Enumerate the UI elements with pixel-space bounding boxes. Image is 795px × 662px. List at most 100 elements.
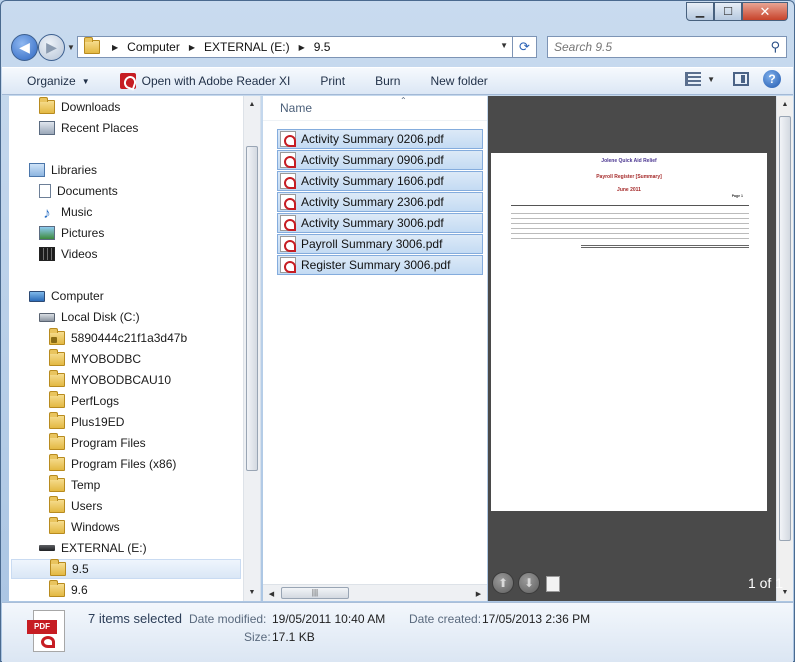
new-folder-button[interactable]: New folder	[412, 69, 499, 93]
nav-label: Windows	[71, 520, 120, 534]
pdf-file-icon	[280, 152, 296, 168]
nav-label: Program Files (x86)	[71, 457, 177, 471]
forward-button[interactable]: ▶	[38, 34, 65, 61]
scroll-thumb[interactable]	[779, 116, 791, 541]
nav-item-pictures[interactable]: Pictures	[39, 223, 104, 243]
file-row[interactable]: Payroll Summary 3006.pdf	[277, 234, 483, 254]
file-row[interactable]: Activity Summary 0906.pdf	[277, 150, 483, 170]
local-disk-icon	[39, 312, 55, 322]
burn-button[interactable]: Burn	[357, 69, 412, 93]
preview-scrollbar[interactable]: ▲ ▼	[776, 96, 793, 601]
change-view-icon[interactable]	[685, 72, 702, 86]
nav-item-music[interactable]: ♪ Music	[39, 202, 92, 222]
nav-item-external-drive[interactable]: EXTERNAL (E:)	[39, 538, 147, 558]
file-row[interactable]: Register Summary 3006.pdf	[277, 255, 483, 275]
nav-item-9-5[interactable]: 9.5	[11, 559, 241, 579]
file-row[interactable]: Activity Summary 3006.pdf	[277, 213, 483, 233]
search-input[interactable]	[554, 40, 754, 54]
documents-icon	[39, 184, 51, 198]
nav-item-local-disk[interactable]: Local Disk (C:)	[39, 307, 140, 327]
nav-item-folder[interactable]: 5890444c21f1a3d47b	[49, 328, 187, 348]
size-label: Size:	[244, 630, 271, 644]
explorer-window: ▁ ☐ ✕ ◀ ▶ ▼ ▶ Computer ▶ EXTERNAL (E:) ▶ 9…	[0, 0, 795, 662]
pictures-icon	[39, 226, 55, 240]
breadcrumb-computer[interactable]: Computer ▶	[127, 40, 204, 54]
file-row[interactable]: Activity Summary 2306.pdf	[277, 192, 483, 212]
arrow-up-icon: ⬆	[497, 576, 509, 590]
nav-item-folder[interactable]: MYOBODBC	[49, 349, 141, 369]
breadcrumb-current[interactable]: 9.5	[314, 40, 331, 54]
preview-pane-icon[interactable]	[733, 72, 749, 86]
file-row[interactable]: Activity Summary 0206.pdf	[277, 129, 483, 149]
sort-ascending-icon: ⌃	[400, 96, 407, 105]
nav-item-recent-places[interactable]: Recent Places	[39, 118, 138, 138]
nav-item-folder[interactable]: Windows	[49, 517, 120, 537]
arrow-left-icon: ◀	[19, 39, 30, 55]
folder-icon	[49, 412, 65, 429]
close-button[interactable]: ✕	[742, 2, 788, 21]
libraries-icon	[29, 163, 45, 177]
refresh-button[interactable]: ⟳	[513, 36, 537, 58]
folder-icon	[49, 433, 65, 450]
command-bar: Organize ▼ Open with Adobe Reader XI Prin…	[2, 67, 793, 95]
recent-pages-dropdown[interactable]: ▼	[67, 43, 75, 52]
scroll-up-icon[interactable]: ▲	[244, 96, 260, 113]
nav-item-computer[interactable]: Computer	[29, 286, 104, 306]
address-bar[interactable]: ▶ Computer ▶ EXTERNAL (E:) ▶ 9.5 ▼	[77, 36, 513, 58]
column-header-name[interactable]: Name	[263, 96, 487, 121]
file-name: Activity Summary 2306.pdf	[301, 195, 444, 209]
date-modified-value: 19/05/2011 10:40 AM	[272, 612, 386, 626]
view-options-chevron-icon[interactable]: ▼	[707, 75, 715, 84]
print-button[interactable]: Print	[302, 69, 357, 93]
help-icon[interactable]: ?	[763, 70, 781, 88]
folder-icon	[49, 370, 65, 387]
pdf-badge: PDF	[27, 620, 57, 634]
nav-item-folder[interactable]: Temp	[49, 475, 100, 495]
breadcrumb-external[interactable]: EXTERNAL (E:) ▶	[204, 40, 314, 54]
nav-item-folder[interactable]: Plus19ED	[49, 412, 124, 432]
scroll-down-icon[interactable]: ▼	[244, 584, 260, 601]
page-view-icon[interactable]	[546, 576, 560, 592]
search-icon[interactable]: ⚲	[770, 39, 780, 55]
nav-item-libraries[interactable]: Libraries	[29, 160, 97, 180]
previous-page-button[interactable]: ⬆	[492, 572, 514, 594]
organize-label: Organize	[27, 74, 76, 88]
file-row[interactable]: Activity Summary 1606.pdf	[277, 171, 483, 191]
pdf-file-icon	[280, 131, 296, 147]
scroll-left-icon[interactable]: ◀	[263, 585, 280, 601]
back-button[interactable]: ◀	[11, 34, 38, 61]
caption-buttons: ▁ ☐ ✕	[686, 2, 788, 21]
next-page-button[interactable]: ⬇	[518, 572, 540, 594]
nav-item-folder[interactable]: Program Files (x86)	[49, 454, 176, 474]
open-with-button[interactable]: Open with Adobe Reader XI	[102, 69, 303, 93]
maximize-button[interactable]: ☐	[714, 2, 742, 21]
scroll-up-icon[interactable]: ▲	[777, 96, 793, 113]
scroll-thumb[interactable]: |||	[281, 587, 349, 599]
nav-item-folder[interactable]: Users	[49, 496, 102, 516]
scroll-thumb[interactable]	[246, 146, 258, 471]
arrow-right-icon: ▶	[46, 39, 57, 55]
file-name: Activity Summary 0206.pdf	[301, 132, 444, 146]
pdf-file-icon	[280, 194, 296, 210]
pdf-preview-page: Jolene Quick Aid Relief Payroll Register…	[491, 153, 767, 511]
nav-item-folder[interactable]: Program Files	[49, 433, 146, 453]
breadcrumb-separator[interactable]: ▶	[108, 43, 127, 52]
file-list-hscrollbar[interactable]: ◀ ||| ▶	[263, 584, 487, 601]
search-box[interactable]: ⚲	[547, 36, 787, 58]
nav-item-9-6[interactable]: 9.6	[49, 580, 88, 600]
arrow-down-icon: ⬇	[523, 576, 535, 590]
nav-item-documents[interactable]: Documents	[39, 181, 118, 201]
navigation-scrollbar[interactable]: ▲ ▼	[243, 96, 260, 601]
nav-item-downloads[interactable]: Downloads	[39, 97, 120, 117]
address-dropdown-icon[interactable]: ▼	[500, 41, 508, 50]
organize-button[interactable]: Organize ▼	[2, 69, 102, 93]
print-label: Print	[320, 74, 346, 88]
scroll-right-icon[interactable]: ▶	[470, 585, 487, 601]
folder-icon	[49, 475, 65, 492]
nav-item-folder[interactable]: MYOBODBCAU10	[49, 370, 171, 390]
nav-item-folder[interactable]: PerfLogs	[49, 391, 119, 411]
selection-count: 7 items selected	[88, 611, 182, 626]
nav-item-videos[interactable]: Videos	[39, 244, 97, 264]
minimize-button[interactable]: ▁	[686, 2, 714, 21]
folder-icon	[49, 349, 65, 366]
